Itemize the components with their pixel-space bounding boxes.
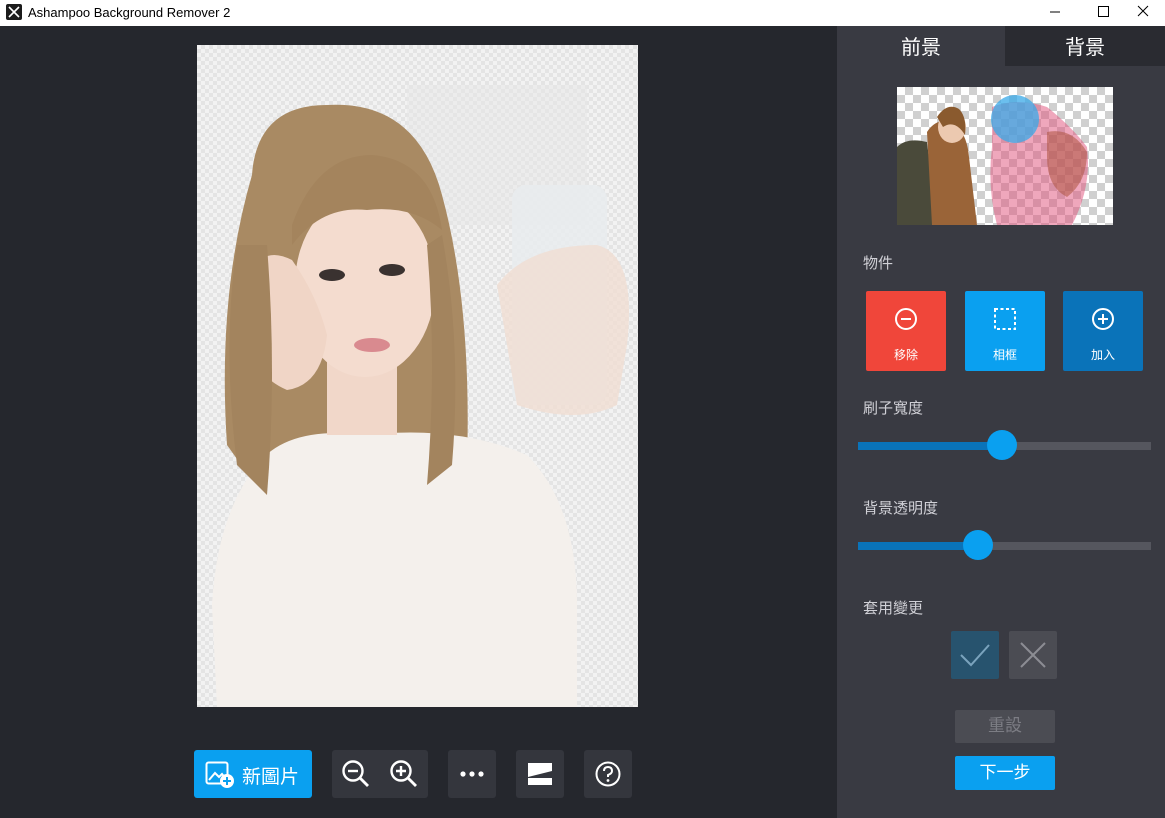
close-icon <box>1137 5 1149 17</box>
next-step-button[interactable]: 下一步 <box>955 756 1055 790</box>
remove-button[interactable]: 移除 <box>866 291 946 371</box>
add-button[interactable]: 加入 <box>1063 291 1143 371</box>
slider-handle[interactable] <box>987 430 1017 460</box>
slider-fill <box>858 542 978 550</box>
canvas-area: 新圖片 <box>0 26 837 818</box>
zoom-in-icon[interactable] <box>389 759 419 789</box>
slider-fill <box>858 442 1002 450</box>
zoom-controls <box>332 750 428 798</box>
objects-label: 物件 <box>863 254 894 272</box>
compare-icon <box>528 763 552 785</box>
minus-circle-icon <box>895 308 917 330</box>
tab-background[interactable]: 背景 <box>1005 26 1165 66</box>
edit-image[interactable] <box>197 45 638 707</box>
more-button[interactable] <box>448 750 496 798</box>
apply-cancel-button[interactable] <box>1009 631 1057 679</box>
minimize-icon <box>1050 11 1060 13</box>
preview-illustration <box>897 95 1088 225</box>
selection-frame-icon <box>994 308 1016 330</box>
minimize-button[interactable] <box>1032 0 1078 26</box>
new-image-icon <box>205 761 234 788</box>
check-icon <box>960 644 990 667</box>
app-icon <box>6 4 22 20</box>
title-bar: Ashampoo Background Remover 2 <box>0 0 1165 26</box>
close-button[interactable] <box>1120 0 1165 26</box>
cross-icon <box>1020 642 1046 668</box>
frame-button[interactable]: 相框 <box>965 291 1045 371</box>
new-image-label: 新圖片 <box>242 766 300 788</box>
help-button[interactable] <box>584 750 632 798</box>
frame-label: 相框 <box>992 348 1017 362</box>
background-opacity-label: 背景透明度 <box>863 499 939 517</box>
tab-foreground[interactable]: 前景 <box>837 26 1005 66</box>
new-image-button[interactable]: 新圖片 <box>194 750 312 798</box>
apply-confirm-button[interactable] <box>951 631 999 679</box>
compare-button[interactable] <box>516 750 564 798</box>
more-icon <box>460 771 484 777</box>
apply-changes-label: 套用變更 <box>863 599 924 617</box>
help-icon <box>595 761 621 787</box>
add-label: 加入 <box>1090 348 1115 362</box>
photo-illustration <box>197 45 638 707</box>
slider-handle[interactable] <box>963 530 993 560</box>
brush-width-slider[interactable] <box>858 430 1151 460</box>
remove-label: 移除 <box>893 348 918 362</box>
background-opacity-slider[interactable] <box>858 530 1151 560</box>
zoom-out-icon[interactable] <box>341 759 371 789</box>
settings-panel: 前景 背景 物件 移除 相框 加入 刷子寬度 背景透明度 套用變更 重設 下一步 <box>837 26 1165 818</box>
preview-thumbnail <box>897 87 1113 225</box>
reset-button[interactable]: 重設 <box>955 710 1055 743</box>
plus-circle-icon <box>1092 308 1114 330</box>
window-title: Ashampoo Background Remover 2 <box>28 5 231 20</box>
brush-width-label: 刷子寬度 <box>863 399 924 417</box>
